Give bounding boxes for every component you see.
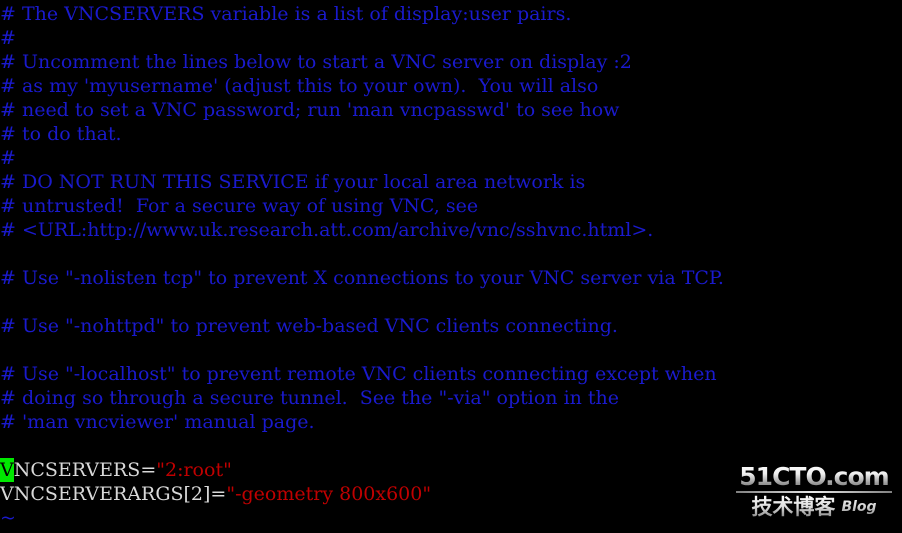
comment-line-uncomment-start: # Uncomment the lines below to start a V… bbox=[0, 50, 902, 74]
text-segment: "-geometry 800x600" bbox=[226, 483, 432, 505]
blank-line-2 bbox=[0, 290, 902, 314]
text-segment bbox=[0, 243, 6, 265]
comment-line-to-do-that: # to do that. bbox=[0, 122, 902, 146]
comment-line-vncpasswd: # need to set a VNC password; run 'man v… bbox=[0, 98, 902, 122]
text-segment: # The VNCSERVERS variable is a list of d… bbox=[0, 3, 572, 25]
comment-line-nolisten-tcp: # Use "-nolisten tcp" to prevent X conne… bbox=[0, 266, 902, 290]
config-line-vncserverargs: VNCSERVERARGS[2]="-geometry 800x600" bbox=[0, 482, 902, 506]
text-segment: NCSERVERS= bbox=[13, 459, 157, 481]
comment-line-do-not-run: # DO NOT RUN THIS SERVICE if your local … bbox=[0, 170, 902, 194]
text-segment bbox=[0, 435, 6, 457]
comment-line-empty-2: # bbox=[0, 146, 902, 170]
text-segment: ~ bbox=[0, 507, 16, 529]
text-segment: # untrusted! For a secure way of using V… bbox=[0, 195, 479, 217]
comment-line-untrusted: # untrusted! For a secure way of using V… bbox=[0, 194, 902, 218]
comment-line-secure-tunnel: # doing so through a secure tunnel. See … bbox=[0, 386, 902, 410]
text-segment: "2:root" bbox=[156, 459, 232, 481]
text-segment: # DO NOT RUN THIS SERVICE if your local … bbox=[0, 171, 586, 193]
text-segment: # Use "-nohttpd" to prevent web-based VN… bbox=[0, 315, 618, 337]
text-segment: # as my 'myusername' (adjust this to you… bbox=[0, 75, 599, 97]
text-segment: VNCSERVERARGS[2]= bbox=[0, 483, 227, 505]
text-segment: # bbox=[0, 27, 16, 49]
text-segment: # 'man vncviewer' manual page. bbox=[0, 411, 315, 433]
text-segment bbox=[0, 291, 6, 313]
blank-line-3 bbox=[0, 338, 902, 362]
vim-text-area[interactable]: # The VNCSERVERS variable is a list of d… bbox=[0, 0, 902, 533]
text-segment: # Use "-localhost" to prevent remote VNC… bbox=[0, 363, 717, 385]
comment-line-myusername: # as my 'myusername' (adjust this to you… bbox=[0, 74, 902, 98]
blank-line-4 bbox=[0, 434, 902, 458]
text-segment: # doing so through a secure tunnel. See … bbox=[0, 387, 620, 409]
comment-line-nohttpd: # Use "-nohttpd" to prevent web-based VN… bbox=[0, 314, 902, 338]
text-segment: # bbox=[0, 147, 16, 169]
text-segment: # <URL:http://www.uk.research.att.com/ar… bbox=[0, 219, 654, 241]
comment-line-man-vncviewer: # 'man vncviewer' manual page. bbox=[0, 410, 902, 434]
text-segment: # Use "-nolisten tcp" to prevent X conne… bbox=[0, 267, 724, 289]
text-segment: # need to set a VNC password; run 'man v… bbox=[0, 99, 620, 121]
text-segment: # to do that. bbox=[0, 123, 122, 145]
config-line-vncservers: VNCSERVERS="2:root" bbox=[0, 458, 902, 482]
text-cursor[interactable]: V bbox=[0, 458, 14, 482]
comment-line-empty-1: # bbox=[0, 26, 902, 50]
comment-line-vncservers-variable: # The VNCSERVERS variable is a list of d… bbox=[0, 2, 902, 26]
terminal-window[interactable]: # The VNCSERVERS variable is a list of d… bbox=[0, 0, 902, 533]
comment-line-localhost: # Use "-localhost" to prevent remote VNC… bbox=[0, 362, 902, 386]
text-segment: # Uncomment the lines below to start a V… bbox=[0, 51, 632, 73]
blank-line-1 bbox=[0, 242, 902, 266]
text-segment bbox=[0, 339, 6, 361]
vim-empty-marker-1: ~ bbox=[0, 506, 902, 530]
comment-line-sshvnc-url: # <URL:http://www.uk.research.att.com/ar… bbox=[0, 218, 902, 242]
